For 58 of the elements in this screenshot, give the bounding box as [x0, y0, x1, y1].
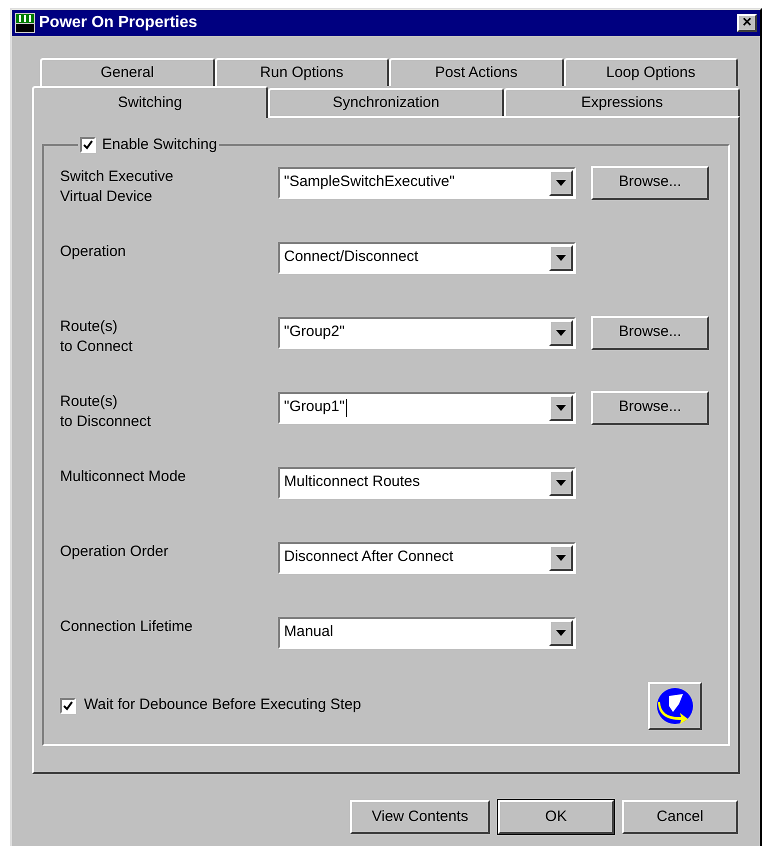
tab[interactable]: Expressions — [504, 88, 740, 116]
window-title: Power On Properties — [39, 13, 198, 33]
browse-button[interactable]: Browse... — [591, 390, 709, 424]
browse-button[interactable]: Browse... — [591, 316, 709, 350]
field-value: Multiconnect Routes — [283, 472, 420, 492]
caret-icon — [556, 404, 566, 410]
field-value: Manual — [283, 622, 334, 642]
field-label: Route(s) to Disconnect — [60, 392, 152, 432]
dialog-button[interactable]: OK — [498, 800, 614, 834]
tab[interactable]: Run Options — [214, 58, 389, 86]
field-value: "Group2" — [283, 322, 345, 342]
dropdown-button[interactable] — [549, 394, 573, 420]
field-label: Route(s) to Connect — [60, 316, 134, 356]
caret-icon — [556, 330, 566, 336]
field-value: "SampleSwitchExecutive" — [283, 172, 455, 192]
caret-icon — [556, 480, 566, 486]
checkmark-icon — [63, 700, 73, 710]
field-value: Connect/Disconnect — [283, 247, 418, 268]
field-label: Connection Lifetime — [60, 616, 194, 636]
dropdown-button[interactable] — [549, 470, 573, 496]
tab[interactable]: Loop Options — [564, 58, 738, 86]
dropdown-field[interactable]: Disconnect After Connect — [278, 542, 576, 574]
tab[interactable]: Post Actions — [389, 58, 564, 86]
checkbox-label: Wait for Debounce Before Executing Step — [84, 695, 362, 716]
dropdown-button[interactable] — [549, 320, 573, 346]
dropdown-field[interactable]: "SampleSwitchExecutive" — [278, 166, 576, 198]
app-icon — [15, 13, 35, 33]
dropdown-field[interactable]: Multiconnect Routes — [278, 466, 576, 498]
dropdown-button[interactable] — [549, 620, 573, 646]
caret-icon — [556, 254, 566, 260]
field-label: Operation Order — [60, 542, 170, 562]
field-label: Multiconnect Mode — [60, 466, 187, 486]
switch-icon-button[interactable] — [648, 682, 702, 730]
dropdown-field[interactable]: "Group2" — [278, 316, 576, 348]
caret-icon — [556, 630, 566, 636]
tab[interactable]: General — [40, 58, 214, 86]
dropdown-field[interactable]: Manual — [278, 616, 576, 648]
dialog-button[interactable]: View Contents — [350, 800, 490, 834]
debounce-checkbox[interactable] — [60, 698, 76, 714]
caret-icon — [556, 554, 566, 560]
caret-icon — [556, 180, 566, 186]
dropdown-field[interactable]: "Group1" — [278, 392, 576, 424]
checkbox-label: Enable Switching — [102, 135, 218, 155]
checkmark-icon — [83, 140, 93, 150]
tab[interactable]: Switching — [32, 86, 268, 118]
field-label: Switch Executive Virtual Device — [60, 166, 174, 206]
field-value: "Group1" — [283, 397, 345, 418]
field-value: Disconnect After Connect — [283, 547, 454, 568]
dropdown-button[interactable] — [549, 544, 573, 570]
browse-button[interactable]: Browse... — [591, 166, 709, 200]
tab[interactable]: Synchronization — [268, 88, 504, 116]
enable-checkbox[interactable] — [80, 137, 96, 154]
dropdown-button[interactable] — [549, 170, 573, 196]
dropdown-button[interactable] — [549, 244, 573, 270]
dialog-button[interactable]: Cancel — [622, 800, 738, 834]
dropdown-field[interactable]: Connect/Disconnect — [278, 242, 576, 274]
close-button[interactable]: × — [737, 14, 757, 32]
field-label: Operation — [60, 242, 127, 262]
